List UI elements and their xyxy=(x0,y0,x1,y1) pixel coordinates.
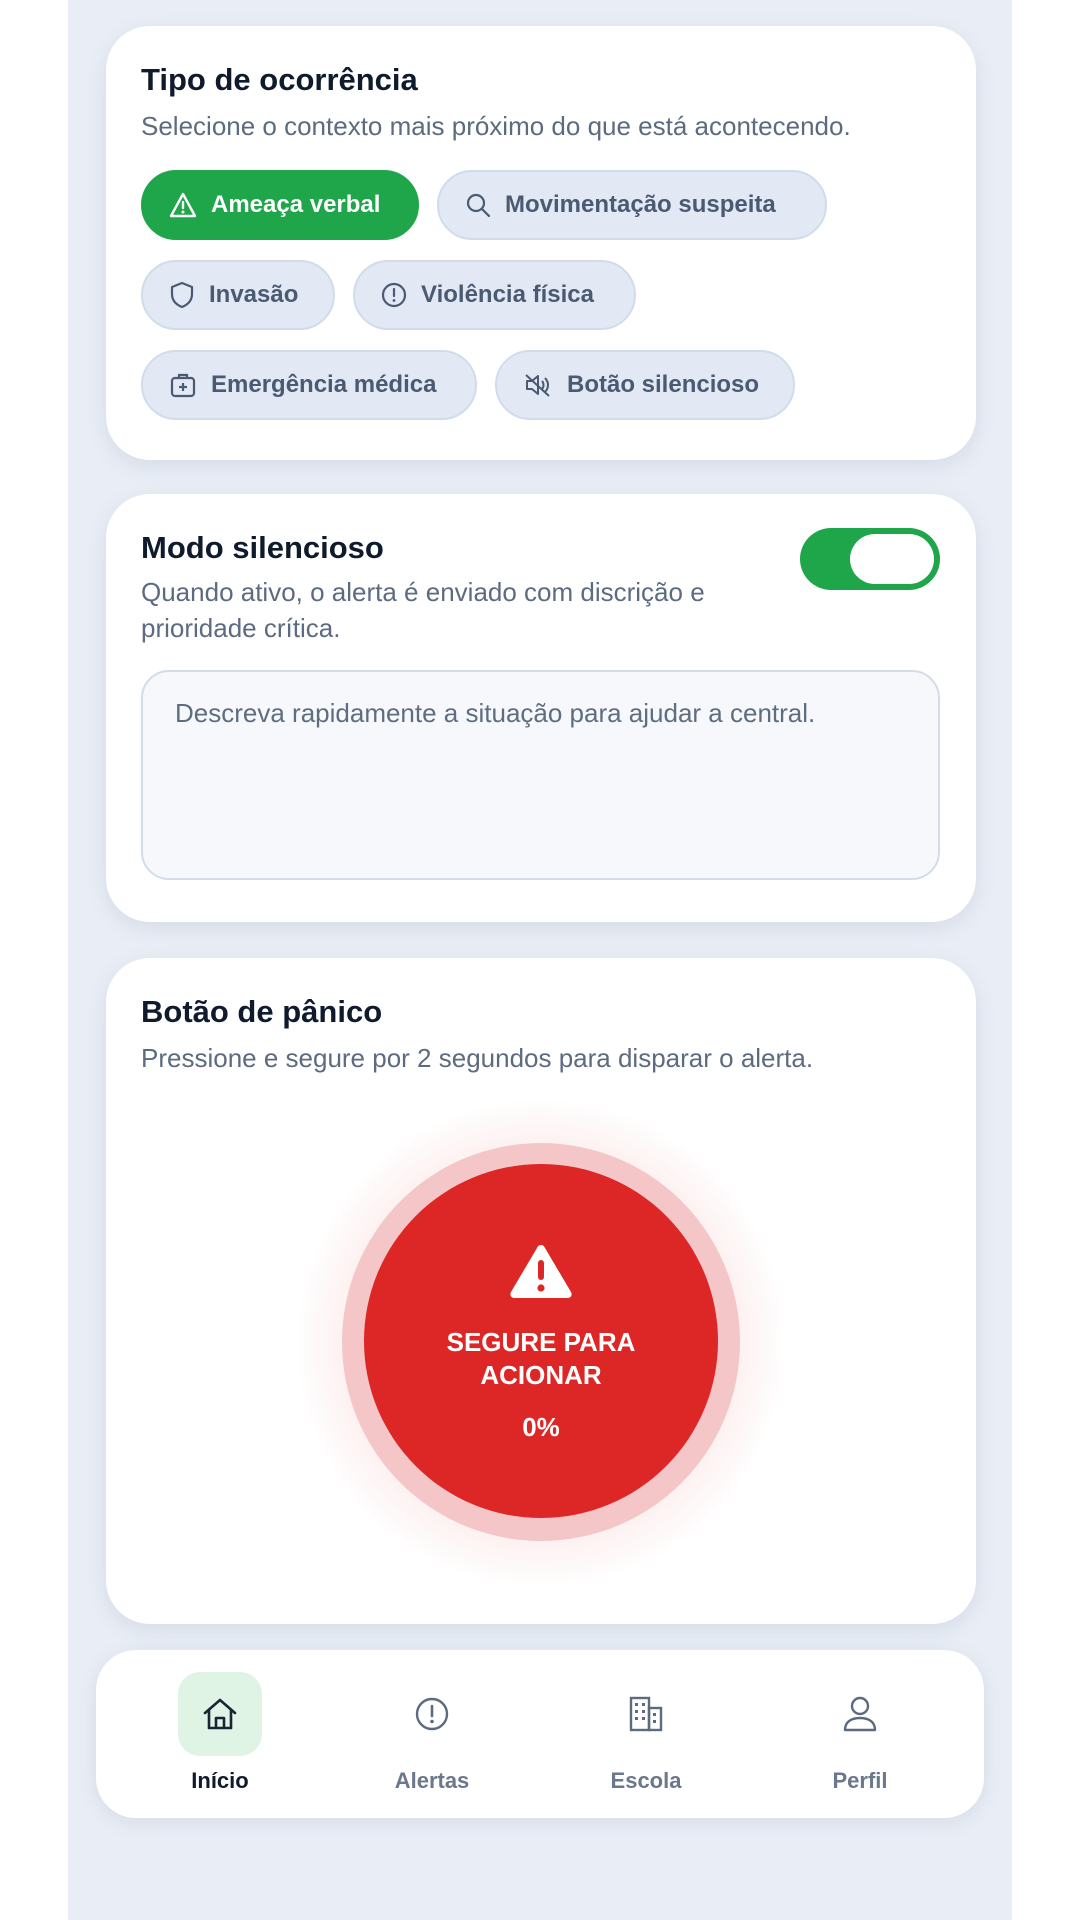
alert-circle-icon xyxy=(381,282,407,308)
muted-speaker-icon xyxy=(525,374,550,397)
chip-label: Emergência médica xyxy=(211,371,437,398)
nav-label: Escola xyxy=(610,1768,682,1793)
panic-progress: 0% xyxy=(522,1412,560,1442)
panic-button[interactable]: SEGURE PARA ACIONAR 0% xyxy=(364,1164,718,1518)
bottom-nav: Início Alertas Escola Perfil xyxy=(96,1650,984,1818)
occurrence-type-card: Tipo de ocorrência Selecione o contexto … xyxy=(106,26,976,460)
search-icon xyxy=(466,193,491,218)
building-icon xyxy=(629,1696,663,1732)
nav-icon-wrapper xyxy=(178,1672,262,1756)
panic-subtitle: Pressione e segure por 2 segundos para d… xyxy=(141,1043,814,1073)
nav-icon-wrapper xyxy=(604,1672,688,1756)
nav-item-escola[interactable]: Escola xyxy=(546,1650,746,1818)
chip-label: Botão silencioso xyxy=(567,371,760,398)
nav-label: Perfil xyxy=(832,1768,888,1793)
chip-botao-silencioso[interactable]: Botão silencioso xyxy=(495,350,795,420)
home-icon xyxy=(203,1698,237,1730)
chip-invasao[interactable]: Invasão xyxy=(141,260,335,330)
silent-mode-title: Modo silencioso xyxy=(141,530,384,565)
chip-label: Invasão xyxy=(209,281,299,308)
user-icon xyxy=(843,1696,877,1732)
situation-description-input[interactable]: Descreva rapidamente a situação para aju… xyxy=(141,670,940,880)
nav-label: Alertas xyxy=(394,1768,470,1793)
toggle-knob xyxy=(850,534,934,584)
nav-label: Início xyxy=(191,1768,249,1793)
nav-item-perfil[interactable]: Perfil xyxy=(760,1650,960,1818)
panic-button-label: SEGURE PARA ACIONAR xyxy=(446,1327,636,1390)
occurrence-type-title: Tipo de ocorrência xyxy=(141,62,418,97)
nav-icon-wrapper xyxy=(390,1672,474,1756)
silent-mode-subtitle: Quando ativo, o alerta é enviado com dis… xyxy=(141,577,705,643)
occurrence-type-subtitle: Selecione o contexto mais próximo do que… xyxy=(141,111,851,141)
medical-kit-icon xyxy=(170,373,196,398)
silent-mode-toggle[interactable] xyxy=(800,528,940,590)
nav-item-inicio[interactable]: Início xyxy=(120,1650,320,1818)
chip-movimentacao-suspeita[interactable]: Movimentação suspeita xyxy=(437,170,827,240)
chip-label: Ameaça verbal xyxy=(211,191,381,218)
nav-item-alertas[interactable]: Alertas xyxy=(332,1650,532,1818)
chip-label: Movimentação suspeita xyxy=(505,191,776,218)
shield-icon xyxy=(170,281,194,309)
chip-emergencia-medica[interactable]: Emergência médica xyxy=(141,350,477,420)
chip-label: Violência física xyxy=(421,281,594,308)
nav-icon-wrapper xyxy=(818,1672,902,1756)
warning-triangle-icon xyxy=(169,192,197,218)
warning-triangle-icon xyxy=(510,1245,572,1298)
chip-violencia-fisica[interactable]: Violência física xyxy=(353,260,636,330)
alert-circle-icon xyxy=(415,1697,449,1731)
chip-ameaca-verbal[interactable]: Ameaça verbal xyxy=(141,170,419,240)
panic-title: Botão de pânico xyxy=(141,994,383,1029)
